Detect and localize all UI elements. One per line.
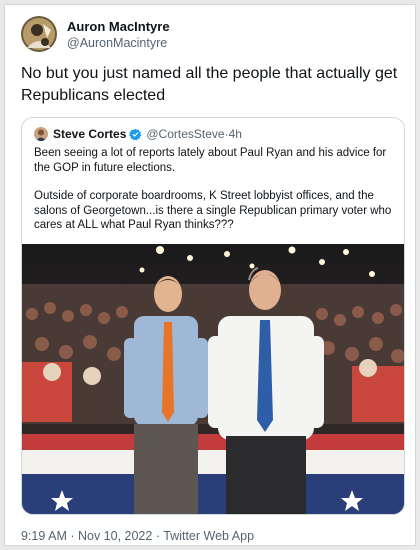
tweet-text: No but you just named all the people tha… <box>21 65 398 104</box>
footer-separator: · <box>152 529 164 543</box>
quoted-tweet[interactable]: Steve Cortes @CortesSteve · 4h Been seei… <box>21 117 405 515</box>
quoted-age: 4h <box>228 127 242 141</box>
tweet-client[interactable]: Twitter Web App <box>163 529 254 543</box>
tweet-card: Auron MacIntyre @AuronMacintyre No but y… <box>4 4 416 546</box>
quoted-author-handle: @CortesSteve <box>146 127 225 141</box>
quoted-author-display-name: Steve Cortes <box>53 127 127 141</box>
tweet-timestamp[interactable]: 9:19 AM · Nov 10, 2022 <box>21 529 152 543</box>
quoted-tweet-photo[interactable] <box>22 244 404 515</box>
quoted-tweet-header: Steve Cortes @CortesSteve · 4h <box>34 127 242 141</box>
tweet-footer: 9:19 AM · Nov 10, 2022 · Twitter Web App <box>21 529 254 543</box>
tweet-header: Auron MacIntyre @AuronMacintyre <box>21 15 170 53</box>
author-handle[interactable]: @AuronMacintyre <box>67 35 170 51</box>
quoted-paragraph-1: Been seeing a lot of reports lately abou… <box>34 147 387 174</box>
verified-badge-icon <box>129 128 142 140</box>
quoted-author-avatar <box>34 127 48 141</box>
author-display-name[interactable]: Auron MacIntyre <box>67 18 170 35</box>
quoted-tweet-text: Been seeing a lot of reports lately abou… <box>34 146 396 233</box>
author-avatar[interactable] <box>21 16 57 52</box>
quoted-paragraph-2: Outside of corporate boardrooms, K Stree… <box>34 190 392 231</box>
